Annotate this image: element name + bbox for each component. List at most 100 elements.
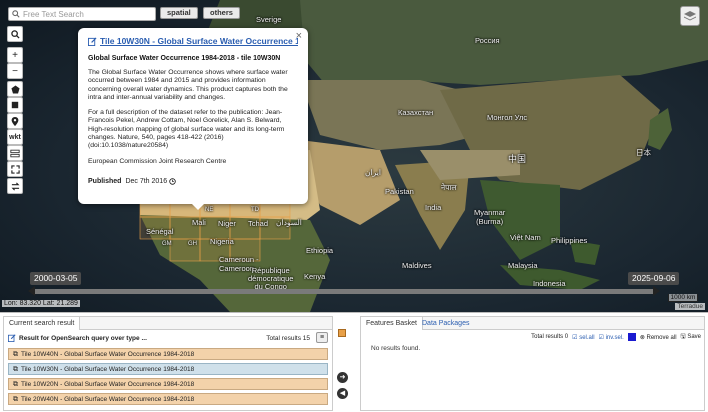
map-label-philippines: Philippines [551,236,588,245]
result-row-title: Tile 10W40N - Global Surface Water Occur… [21,350,195,358]
published-label: Published [88,177,122,185]
basket-total-value: 0 [564,334,569,340]
basket-total: Total results 0 [531,334,568,340]
map-label-india: India [425,203,442,212]
map-label-mongolia: Монгол Улс [487,113,528,122]
remove-all-link[interactable]: ⊗ Remove all [640,334,677,341]
search-icon [9,10,23,18]
tile-icon: ⧉ [13,395,18,403]
edit-icon [88,36,97,46]
basket-color-marker [338,329,346,337]
results-header: Result for OpenSearch query over type ..… [8,332,330,344]
draw-polygon-button[interactable] [7,81,23,97]
timeline-end-label: 2025-09-06 [628,272,680,285]
invert-selection-link[interactable]: ☑ inv.sel. [599,334,624,341]
map-label-mali: Mali [192,218,206,227]
map-label-tile-td: TD [251,207,259,213]
map-label-indonesia: Indonesia [533,279,566,288]
draw-point-button[interactable] [7,113,23,129]
total-results-label: Total results [266,334,301,342]
layers-icon [684,10,696,20]
map-label-niger: Niger [218,219,236,228]
zoom-out-button[interactable]: − [7,63,23,79]
spatial-button[interactable]: spatial [160,7,198,19]
invert-selection-label: inv.sel. [605,334,624,341]
popup-citation: For a full description of the dataset re… [88,109,285,150]
map-label-russia: Россия [475,36,500,45]
basket-color-swatch[interactable] [627,333,636,341]
list-icon: ≡ [319,334,325,341]
draw-rectangle-button[interactable] [7,97,23,113]
popup-title-link[interactable]: Tile 10W30N - Global Surface Water Occur… [88,36,298,46]
result-row-selected[interactable]: ⧉ Tile 10W30N - Global Surface Water Occ… [8,363,328,375]
result-row[interactable]: ⧉ Tile 10W20N - Global Surface Water Occ… [8,378,328,390]
select-all-label: sel.all [579,334,595,341]
map-search-icon[interactable] [7,26,23,42]
close-icon[interactable]: × [296,30,302,42]
remove-from-basket-button[interactable]: ◀ [337,388,348,399]
others-button[interactable]: others [203,7,240,19]
result-row[interactable]: ⧉ Tile 10W40N - Global Surface Water Occ… [8,348,328,360]
clock-icon [169,178,176,185]
feature-popup: × Tile 10W30N - Global Surface Water Occ… [78,28,308,204]
search-results-panel: Current search result Result for OpenSea… [3,316,333,411]
map-label-nepal: नेपाल [441,183,457,192]
search-input[interactable] [23,8,151,20]
tab-features-basket[interactable]: Features Basket [361,317,423,330]
tab-current-search-result[interactable]: Current search result [4,317,81,330]
base-layers-button[interactable] [680,6,700,26]
layers-toggle-button[interactable] [7,145,23,161]
published-date: Dec 7th 2016 [125,177,168,185]
timeline-start-handle[interactable] [28,286,35,296]
map-label-ethiopia: Ethiopia [306,246,334,255]
results-total: Total results 15 [266,335,310,342]
result-row[interactable]: ⧉ Tile 20W40N - Global Surface Water Occ… [8,393,328,405]
map-label-tile-gm: GM [162,241,172,247]
map-label-tile-gh: GH [188,241,197,247]
arrows-icon [10,182,20,190]
timeline-track[interactable] [34,289,654,294]
tab-data-packages[interactable]: Data Packages [417,317,474,330]
map-label-pakistan: Pakistan [385,187,414,196]
popup-subtitle: Global Surface Water Occurrence 1984-201… [88,55,281,62]
remove-all-label: Remove all [646,334,677,341]
wkt-button[interactable]: wkt [7,129,23,145]
select-all-link[interactable]: ☑ sel.all [572,334,594,341]
popup-title-text: Tile 10W30N - Global Surface Water Occur… [100,36,298,46]
save-label: Save [687,334,701,340]
timeline-end-handle[interactable] [653,286,660,296]
basket-panel: Features Basket Data Packages Total resu… [360,316,705,411]
add-to-basket-button[interactable]: ➜ [337,372,348,383]
map-label-malaysia: Malaysia [508,261,538,270]
square-icon [11,101,19,109]
basket-toolbar: Total results 0 ☑ sel.all ☑ inv.sel. ⊗ R… [531,332,701,342]
popup-published: Published Dec 7th 2016 [88,178,298,185]
tile-icon: ⧉ [13,350,18,358]
map-viewport[interactable]: Sverige Россия Казахстан Монгол Улс 中国 日… [0,0,708,312]
popup-pointer [190,202,206,210]
map-label-sverige: Sverige [256,15,282,24]
swap-button[interactable] [7,178,23,194]
popup-publisher: European Commission Joint Research Centr… [88,157,227,165]
map-label-vietnam: Việt Nam [510,233,541,242]
scale-bar: 1000 km [668,294,698,302]
map-label-japan: 日本 [636,148,651,157]
stack-icon [10,149,20,157]
map-label-maldives: Maldives [402,261,432,270]
results-query-label: Result for OpenSearch query over type ..… [19,334,147,342]
fullscreen-button[interactable] [7,161,23,177]
list-view-button[interactable]: ≡ [316,332,328,343]
app-window: Sverige Россия Казахстан Монгол Улс 中国 日… [0,0,708,412]
search-box [8,7,156,21]
map-label-iran: ایران [365,168,381,177]
map-label-kenya: Kenya [304,272,326,281]
popup-description: The Global Surface Water Occurrence show… [88,69,288,101]
map-label-nigeria: Nigeria [210,237,234,246]
plus-icon: + [12,49,18,61]
zoom-in-button[interactable]: + [7,47,23,63]
result-row-title: Tile 10W20N - Global Surface Water Occur… [21,380,195,388]
map-label-senegal: Sénégal [146,227,174,236]
map-attribution: Terradue [675,303,705,310]
save-link[interactable]: 🖫 Save [681,332,701,342]
map-label-china: 中国 [508,154,527,164]
